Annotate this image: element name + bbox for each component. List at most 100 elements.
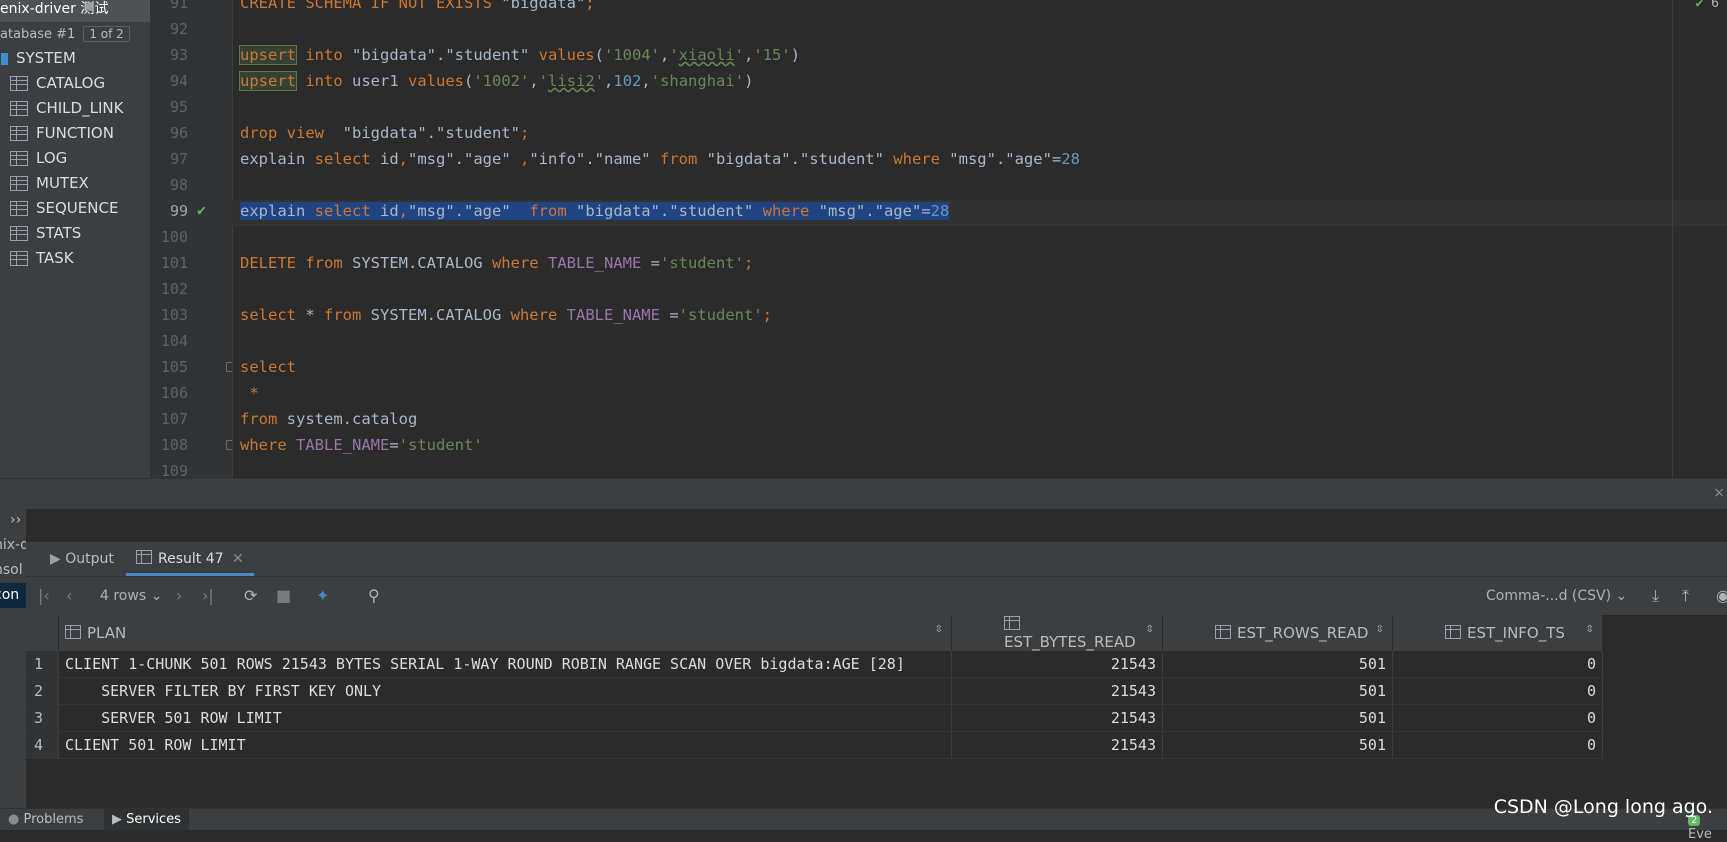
cell-est-bytes-read[interactable]: 21543: [951, 651, 1163, 678]
table-node[interactable]: STATS: [0, 221, 150, 246]
table-icon: [136, 550, 152, 564]
table-row[interactable]: 4 CLIENT 501 ROW LIMIT 21543 501 0: [26, 731, 1603, 759]
table-row[interactable]: 3 SERVER 501 ROW LIMIT 21543 501 0: [26, 704, 1603, 732]
expand-icon[interactable]: ››: [10, 508, 26, 533]
table-node[interactable]: LOG: [0, 146, 150, 171]
cell-est-bytes-read[interactable]: 21543: [951, 677, 1163, 705]
table-icon: [10, 226, 28, 241]
table-node[interactable]: SEQUENCE: [0, 196, 150, 221]
column-header-plan[interactable]: PLAN ⇳: [58, 615, 952, 651]
cell-plan[interactable]: SERVER 501 ROW LIMIT: [58, 704, 952, 732]
schema-node-system[interactable]: SYSTEM: [0, 46, 150, 71]
table-label: STATS: [36, 224, 82, 242]
table-icon: [10, 76, 28, 91]
close-icon[interactable]: ×: [1713, 485, 1725, 501]
cell-est-rows-read[interactable]: 501: [1162, 704, 1393, 732]
cell-est-rows-read[interactable]: 501: [1162, 651, 1393, 678]
datasource-node[interactable]: enix-driver 测试: [0, 0, 150, 22]
table-label: CATALOG: [36, 74, 106, 92]
line-number: 93: [169, 46, 188, 64]
tab-result[interactable]: Result 47 ✕: [126, 542, 254, 576]
cell-est-bytes-read[interactable]: 21543: [951, 731, 1163, 759]
code-line: drop view "bigdata"."student";: [240, 124, 530, 142]
cell-plan[interactable]: CLIENT 1-CHUNK 501 ROWS 21543 BYTES SERI…: [58, 651, 952, 678]
stop-icon[interactable]: ■: [276, 586, 291, 605]
schema-pager[interactable]: 1 of 2: [83, 26, 130, 42]
view-icon[interactable]: ◉: [1716, 586, 1727, 605]
cell-est-info-ts[interactable]: 0: [1392, 651, 1603, 678]
services-tab[interactable]: ▶ Services: [104, 809, 189, 830]
tab-output[interactable]: ▶ Output: [40, 542, 124, 576]
services-item[interactable]: nix-d: [0, 533, 26, 558]
cell-plan[interactable]: SERVER FILTER BY FIRST KEY ONLY: [58, 677, 952, 705]
problems-tab[interactable]: ● Problems: [8, 812, 83, 827]
result-toolbar: |‹ ‹ 4 rows ⌄ › ›| ⟳ ■ ✦ ⚲ Comma-...d (C…: [26, 577, 1727, 615]
table-node[interactable]: MUTEX: [0, 171, 150, 196]
code-line: CREATE SCHEMA IF NOT EXISTS "bigdata";: [240, 0, 595, 12]
services-item-selected[interactable]: con: [0, 583, 26, 608]
code-line: upsert into user1 values('1002','lisi2',…: [239, 71, 754, 91]
pin-icon[interactable]: ⚲: [368, 586, 380, 605]
problems-icon: ●: [8, 812, 20, 827]
sort-icon[interactable]: ⇳: [1586, 624, 1594, 635]
sort-icon[interactable]: ⇳: [1146, 624, 1154, 635]
table-label: MUTEX: [36, 174, 89, 192]
line-number: 101: [160, 254, 188, 272]
code-line: where TABLE_NAME='student': [240, 436, 483, 454]
check-icon: ✔: [1695, 0, 1704, 11]
table-icon: [10, 201, 28, 216]
panel-splitter[interactable]: ×: [0, 478, 1727, 509]
table-node[interactable]: CHILD_LINK: [0, 96, 150, 121]
table-label: CHILD_LINK: [36, 99, 124, 117]
table-node[interactable]: FUNCTION: [0, 121, 150, 146]
table-label: FUNCTION: [36, 124, 114, 142]
schema-icon: [1, 52, 8, 65]
export-format-select[interactable]: Comma-...d (CSV) ⌄: [1486, 588, 1627, 604]
refresh-icon[interactable]: ⟳: [244, 586, 257, 605]
column-header-est-bytes-read[interactable]: EST_BYTES_READ ⇳: [951, 615, 1163, 651]
table-label: TASK: [36, 249, 74, 267]
column-icon: [1004, 616, 1020, 630]
line-number: 105: [150, 354, 236, 380]
table-row[interactable]: 2 SERVER FILTER BY FIRST KEY ONLY 21543 …: [26, 677, 1603, 705]
cell-est-rows-read[interactable]: 501: [1162, 731, 1393, 759]
table-node[interactable]: CATALOG: [0, 71, 150, 96]
editor-gutter[interactable]: 91 92 93 94 95 96 97 98 99 ✔ 100 101 102 …: [150, 0, 236, 480]
sql-editor[interactable]: ✔ 6 CREATE SCHEMA IF NOT EXISTS "bigdata…: [232, 0, 1727, 478]
table-icon: [10, 151, 28, 166]
compare-icon[interactable]: ✦: [316, 586, 329, 605]
last-page-icon[interactable]: ›|: [202, 586, 214, 605]
rows-selector[interactable]: 4 rows ⌄: [100, 588, 162, 604]
cell-est-rows-read[interactable]: 501: [1162, 677, 1393, 705]
code-line: select: [240, 358, 296, 376]
database-node[interactable]: atabase #1 1 of 2: [0, 22, 150, 46]
column-header-est-rows-read[interactable]: EST_ROWS_READ ⇳: [1162, 615, 1393, 651]
close-tab-icon[interactable]: ✕: [232, 551, 244, 567]
result-grid[interactable]: PLAN ⇳ EST_BYTES_READ ⇳ EST_ROWS_READ ⇳ EST…: [26, 615, 1727, 808]
line-number: 92: [169, 20, 188, 38]
upload-icon[interactable]: ⤒: [1682, 586, 1689, 606]
inspection-widget[interactable]: ✔ 6: [1696, 0, 1719, 11]
services-icon: ▶: [112, 812, 122, 827]
next-page-icon[interactable]: ›: [176, 586, 182, 605]
prev-page-icon[interactable]: ‹: [66, 586, 72, 605]
cell-plan[interactable]: CLIENT 501 ROW LIMIT: [58, 731, 952, 759]
table-node[interactable]: TASK: [0, 246, 150, 271]
sort-icon[interactable]: ⇳: [1376, 624, 1384, 635]
right-margin-guide: [1672, 0, 1673, 478]
code-line: from system.catalog: [240, 410, 418, 428]
table-row[interactable]: 1 CLIENT 1-CHUNK 501 ROWS 21543 BYTES SE…: [26, 651, 1603, 678]
cell-est-info-ts[interactable]: 0: [1392, 677, 1603, 705]
sort-icon[interactable]: ⇳: [935, 624, 943, 635]
cell-est-info-ts[interactable]: 0: [1392, 731, 1603, 759]
services-item[interactable]: nsol: [0, 558, 26, 583]
download-icon[interactable]: ⤓: [1652, 586, 1659, 606]
table-icon: [10, 101, 28, 116]
row-number: 3: [26, 704, 59, 732]
row-number: 1: [26, 651, 59, 678]
first-page-icon[interactable]: |‹: [38, 586, 50, 605]
output-icon: ▶: [50, 551, 61, 567]
cell-est-bytes-read[interactable]: 21543: [951, 704, 1163, 732]
cell-est-info-ts[interactable]: 0: [1392, 704, 1603, 732]
column-header-est-info-ts[interactable]: EST_INFO_TS ⇳: [1392, 615, 1603, 651]
